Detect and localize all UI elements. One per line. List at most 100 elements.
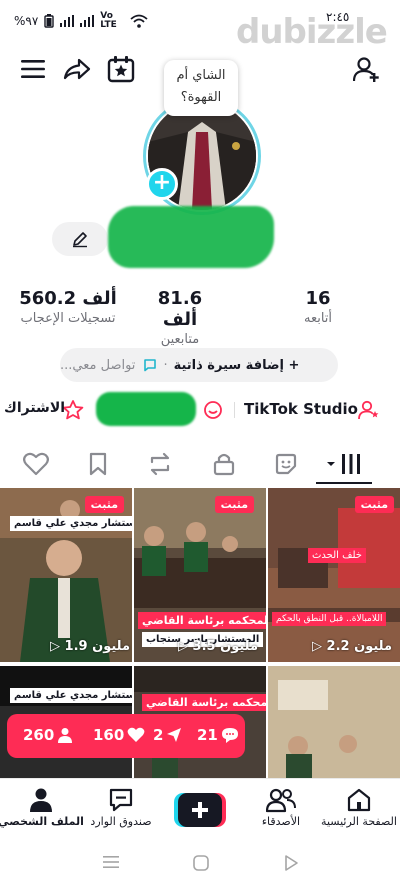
subscribe-icon[interactable] — [62, 400, 84, 420]
chat-icon — [144, 359, 157, 372]
pinned-badge: مثبت — [214, 496, 254, 513]
send-icon — [167, 728, 182, 742]
likes-stat[interactable]: 560.2 ألف تسجيلات الإعجاب — [18, 288, 118, 326]
battery-icon — [44, 14, 54, 28]
tab-reposts[interactable] — [146, 450, 174, 478]
recent-apps-icon[interactable] — [102, 854, 120, 875]
back-button-icon[interactable] — [282, 854, 300, 877]
following-stat[interactable]: 16 أتابعه — [286, 288, 350, 326]
add-friend-icon[interactable] — [352, 54, 382, 84]
likes-label: تسجيلات الإعجاب — [20, 311, 116, 326]
subscribe-link[interactable]: الاشتراك — [4, 400, 65, 416]
separator-dot: · — [163, 357, 168, 373]
shares-metric: 2 — [153, 726, 182, 744]
friends-icon — [266, 788, 296, 813]
nav-home-label: الصفحة الرئيسية — [321, 815, 397, 828]
smile-icon[interactable] — [203, 400, 223, 420]
tab-stickers[interactable] — [272, 450, 300, 478]
signal-icon-2 — [80, 15, 95, 27]
nav-profile-label: الملف الشخصي — [0, 815, 84, 828]
link-divider — [234, 402, 235, 418]
nav-friends-label: الأصدقاء — [261, 815, 301, 828]
pinned-badge: مثبت — [354, 496, 394, 513]
person-icon — [58, 728, 73, 743]
tiktok-studio-link[interactable]: TikTok Studio — [244, 400, 358, 418]
tab-private[interactable] — [210, 450, 238, 478]
redacted-username — [108, 206, 274, 268]
followers-metric: 260 — [23, 726, 73, 744]
tab-liked[interactable] — [22, 450, 50, 478]
signal-icon — [60, 15, 75, 27]
heart-icon — [127, 727, 145, 742]
nav-home[interactable]: الصفحة الرئيسية — [314, 785, 400, 828]
tab-saved[interactable] — [84, 450, 112, 478]
followers-label: متابعين — [160, 332, 200, 347]
shares-count: 2 — [153, 726, 164, 744]
sticker-icon — [275, 453, 297, 475]
bio-pill[interactable]: + إضافة سيرة ذاتية · تواصل معي... — [60, 348, 338, 382]
video-image — [268, 488, 400, 662]
status-bubble[interactable]: الشاي أم القهوة؟ — [164, 60, 238, 116]
calendar-star-icon[interactable] — [106, 54, 136, 84]
comments-metric: 21 — [197, 726, 239, 744]
video-caption-2: اللامبالاة.. قبل النطق بالحكم — [272, 612, 387, 626]
active-tab-indicator — [316, 482, 372, 484]
bottom-nav: الصفحة الرئيسية الأصدقاء صندوق الوارد ال… — [0, 778, 400, 840]
system-nav-bar — [0, 846, 400, 886]
view-count: ▷ 3.5 مليون — [178, 639, 259, 654]
comment-icon — [221, 728, 238, 743]
battery-text: %٩٧ — [14, 14, 39, 28]
view-count: ▷ 2.2 مليون — [312, 639, 393, 654]
video-image — [0, 488, 132, 662]
nav-inbox-label: صندوق الوارد — [90, 815, 152, 828]
video-thumb[interactable]: مثبت المستشار مجدي علي قاسم ▷ 1.9 مليون — [0, 488, 132, 662]
pencil-icon — [73, 232, 87, 248]
video-caption: المستشار مجدي علي قاسم — [10, 516, 132, 531]
followers-count: 81.6 ألف — [157, 288, 203, 330]
status-left: %٩٧ Vo LTE — [14, 12, 148, 30]
links-row: TikTok Studio الاشتراك — [0, 392, 400, 426]
add-bio-link[interactable]: + إضافة سيرة ذاتية — [174, 358, 300, 373]
lock-icon — [213, 453, 235, 476]
likes-count: 560.2 ألف — [19, 288, 117, 309]
watermark-logo: dubizzle — [236, 12, 388, 52]
grid-icon — [342, 454, 360, 474]
person-star-icon[interactable] — [358, 400, 380, 420]
video-caption: خلف الحدث — [308, 548, 366, 563]
profile-insights-bar[interactable]: 21 2 160 260 — [7, 714, 245, 758]
redacted-link — [96, 392, 196, 426]
tab-videos[interactable] — [324, 450, 364, 478]
likes-metric-count: 160 — [93, 726, 125, 744]
profile-icon — [30, 788, 52, 812]
nav-friends[interactable]: الأصدقاء — [236, 785, 326, 828]
content-tabs — [0, 444, 400, 484]
menu-icon[interactable] — [18, 54, 48, 84]
pinned-badge: مثبت — [84, 496, 124, 513]
create-video-button[interactable] — [174, 793, 226, 827]
comments-count: 21 — [197, 726, 218, 744]
home-button-icon[interactable] — [192, 854, 210, 877]
wifi-icon — [130, 14, 148, 28]
repost-icon — [150, 452, 170, 476]
chevron-down-icon — [327, 462, 335, 466]
network-text: Vo LTE — [100, 11, 117, 30]
share-icon[interactable] — [62, 54, 92, 84]
video-caption: المستشار مجدي علي قاسم — [10, 688, 132, 703]
plus-icon — [174, 793, 226, 827]
view-count: ▷ 1.9 مليون — [50, 639, 131, 654]
followers-stat[interactable]: 81.6 ألف متابعين — [140, 288, 220, 347]
add-story-button[interactable]: + — [146, 168, 178, 200]
likes-metric: 160 — [93, 726, 145, 744]
home-icon — [347, 788, 371, 812]
followers-metric-count: 260 — [23, 726, 55, 744]
nav-profile[interactable]: الملف الشخصي — [0, 785, 86, 828]
edit-profile-button[interactable] — [52, 222, 108, 256]
video-thumb[interactable] — [268, 666, 400, 778]
video-thumb[interactable]: مثبت المحكمه برئاسة القاضي المستشار ياسر… — [134, 488, 266, 662]
nav-inbox[interactable]: صندوق الوارد — [76, 785, 166, 828]
video-thumb[interactable]: مثبت خلف الحدث اللامبالاة.. قبل النطق با… — [268, 488, 400, 662]
following-label: أتابعه — [303, 311, 333, 326]
heart-outline-icon — [23, 452, 49, 476]
contact-link[interactable]: تواصل معي... — [60, 358, 135, 373]
video-image — [268, 666, 400, 778]
